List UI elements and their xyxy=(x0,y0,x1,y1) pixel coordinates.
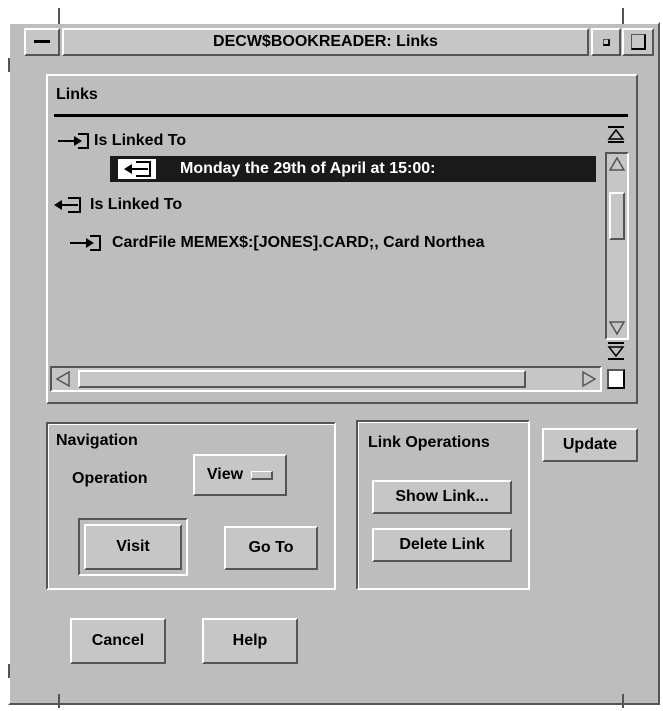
vertical-scroll-thumb[interactable] xyxy=(609,192,625,240)
scroll-to-top-icon xyxy=(607,126,625,143)
list-item-selected[interactable]: Monday the 29th of April at 15:00: xyxy=(110,156,596,182)
maximize-button[interactable] xyxy=(622,28,654,56)
window-menu-button[interactable] xyxy=(24,28,60,56)
scroll-corner xyxy=(607,369,625,389)
link-operations-title: Link Operations xyxy=(368,434,490,451)
links-title: Links xyxy=(56,86,98,103)
operation-option-menu[interactable]: View xyxy=(193,454,287,496)
window-title: DECW$BOOKREADER: Links xyxy=(213,33,438,50)
scroll-right-arrow-icon xyxy=(582,370,597,388)
option-menu-indicator-icon xyxy=(251,470,274,480)
links-list[interactable]: Is Linked To Monday the 29th of April at… xyxy=(52,120,602,368)
help-button[interactable]: Help xyxy=(202,618,298,664)
scroll-to-bottom-button[interactable] xyxy=(606,340,626,362)
maximize-icon xyxy=(631,34,646,50)
link-out-arrow-icon xyxy=(68,233,102,253)
frame-corner-mark xyxy=(58,694,60,708)
update-button[interactable]: Update xyxy=(542,428,638,462)
go-to-button[interactable]: Go To xyxy=(224,526,318,570)
link-out-arrow-icon xyxy=(56,131,90,151)
list-item[interactable]: CardFile MEMEX$:[JONES].CARD;, Card Nort… xyxy=(68,232,485,254)
scroll-left-arrow-icon xyxy=(55,370,70,388)
minimize-icon xyxy=(603,39,610,46)
list-item-label: Is Linked To xyxy=(90,196,183,213)
scroll-down-arrow-icon xyxy=(608,321,626,336)
navigation-title: Navigation xyxy=(56,432,138,449)
list-item-label: Is Linked To xyxy=(94,132,187,149)
horizontal-scroll-thumb[interactable] xyxy=(78,370,526,388)
scroll-up-arrow-icon xyxy=(608,156,626,171)
scroll-to-top-button[interactable] xyxy=(606,124,626,146)
operation-option-value: View xyxy=(206,466,244,483)
links-title-divider xyxy=(54,114,628,117)
frame-corner-mark xyxy=(622,8,624,24)
frame-corner-mark xyxy=(8,664,10,678)
minimize-button[interactable] xyxy=(591,28,621,56)
list-item-label: Monday the 29th of April at 15:00: xyxy=(180,160,436,177)
window-menu-icon xyxy=(34,40,50,43)
vertical-scrollbar[interactable] xyxy=(605,152,629,340)
link-in-arrow-icon xyxy=(52,195,86,215)
link-in-arrow-icon xyxy=(118,159,156,179)
operation-label: Operation xyxy=(72,470,148,487)
cancel-button[interactable]: Cancel xyxy=(70,618,166,664)
delete-link-button[interactable]: Delete Link xyxy=(372,528,512,562)
frame-corner-mark xyxy=(58,8,60,24)
list-item-label: CardFile MEMEX$:[JONES].CARD;, Card Nort… xyxy=(112,234,485,251)
frame-corner-mark xyxy=(8,58,10,72)
window-title-bar[interactable]: DECW$BOOKREADER: Links xyxy=(62,28,589,56)
list-item[interactable]: Is Linked To xyxy=(52,194,182,216)
show-link-button[interactable]: Show Link... xyxy=(372,480,512,514)
scroll-to-bottom-icon xyxy=(607,342,625,360)
visit-button[interactable]: Visit xyxy=(84,524,182,570)
frame-corner-mark xyxy=(622,694,624,708)
list-item[interactable]: Is Linked To xyxy=(56,130,186,152)
